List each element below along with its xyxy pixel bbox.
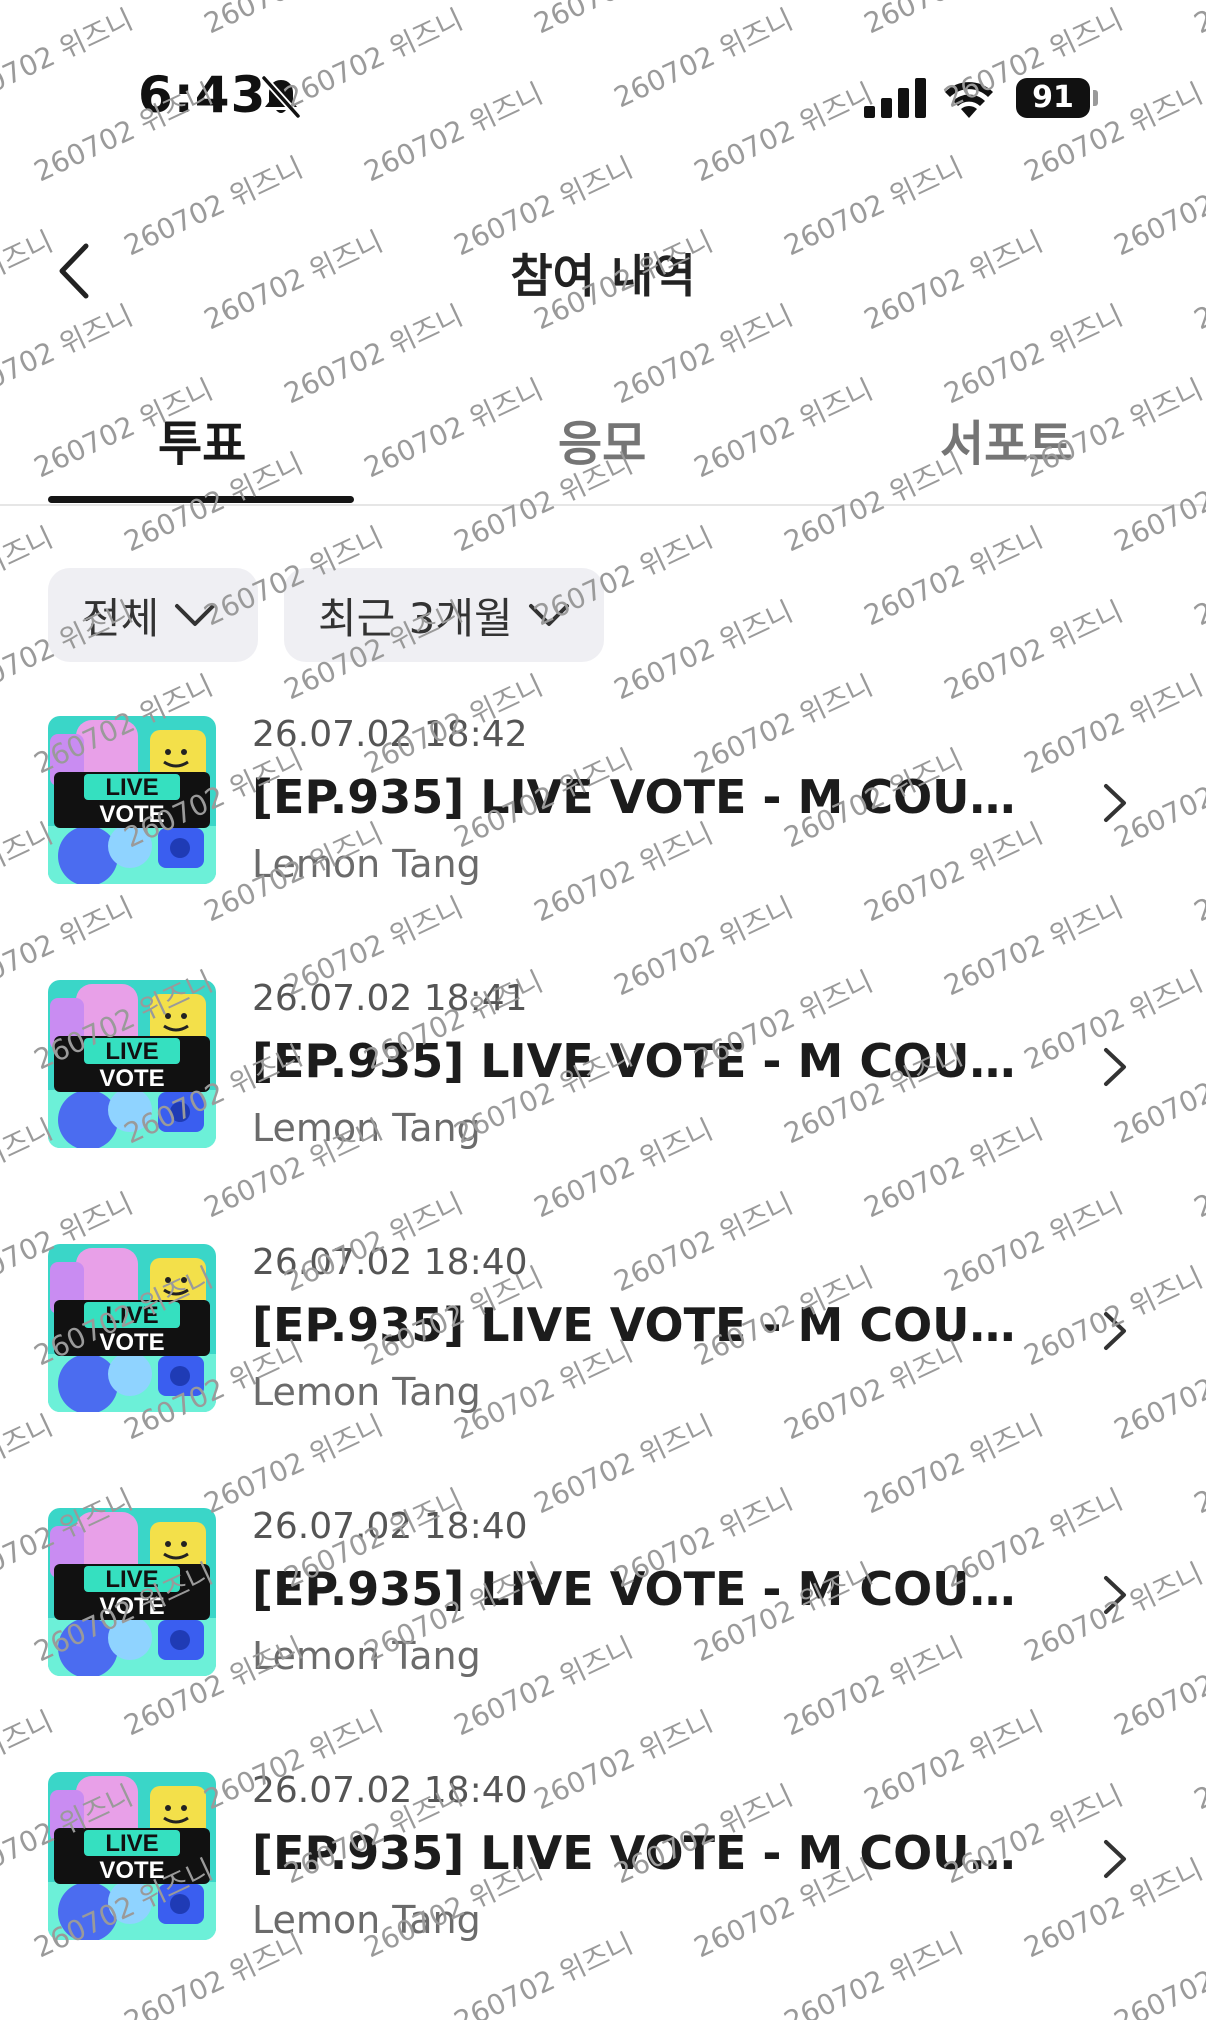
vote-thumbnail: LIVE VOTE bbox=[48, 1244, 216, 1412]
bell-slash-icon bbox=[261, 75, 301, 119]
watermark-text: 260702 위즈니 bbox=[939, 595, 1128, 707]
item-artist: Lemon Tang bbox=[252, 1370, 481, 1414]
svg-text:LIVE: LIVE bbox=[105, 1302, 158, 1329]
filter-period-dropdown[interactable]: 최근 3개월 bbox=[284, 568, 604, 662]
chevron-right-icon bbox=[1104, 1576, 1126, 1614]
watermark-text: 260702 위즈니 bbox=[609, 595, 798, 707]
item-date: 26.07.02 18:40 bbox=[252, 1242, 528, 1283]
tab-support[interactable]: 서포트 bbox=[940, 404, 1072, 474]
svg-text:LIVE: LIVE bbox=[105, 1566, 158, 1593]
page-title: 참여 내역 bbox=[510, 249, 696, 303]
filter-category-label: 전체 bbox=[82, 593, 160, 643]
item-title: [EP.935] LIVE VOTE - M COUNTDOWN bbox=[252, 770, 1042, 824]
status-bar: 6:43 91 bbox=[0, 0, 1206, 150]
battery-tip bbox=[1093, 90, 1098, 106]
list-item[interactable]: LIVE VOTE 26.07.02 18:41 [EP.935] LIVE VO… bbox=[0, 976, 1206, 1166]
vote-thumbnail: LIVE VOTE bbox=[48, 1772, 216, 1940]
vote-thumbnail: LIVE VOTE bbox=[48, 716, 216, 884]
chevron-down-icon bbox=[528, 604, 569, 626]
item-date: 26.07.02 18:40 bbox=[252, 1770, 528, 1811]
item-date: 26.07.02 18:42 bbox=[252, 714, 528, 755]
active-tab-indicator bbox=[48, 496, 354, 503]
filter-period-label: 최근 3개월 bbox=[318, 593, 513, 643]
chevron-right-icon bbox=[1104, 1840, 1126, 1878]
list-item[interactable]: LIVE VOTE 26.07.02 18:42 [EP.935] LIVE VO… bbox=[0, 712, 1206, 902]
svg-text:VOTE: VOTE bbox=[99, 1329, 164, 1356]
svg-text:VOTE: VOTE bbox=[99, 1593, 164, 1620]
chevron-right-icon bbox=[1104, 1048, 1126, 1086]
item-artist: Lemon Tang bbox=[252, 1898, 481, 1942]
item-title: [EP.935] LIVE VOTE - M COUNTDOWN bbox=[252, 1562, 1042, 1616]
item-artist: Lemon Tang bbox=[252, 1106, 481, 1150]
chevron-right-icon bbox=[1104, 784, 1126, 822]
chevron-down-icon bbox=[175, 604, 216, 626]
item-title: [EP.935] LIVE VOTE - M COUNTDOWN bbox=[252, 1826, 1042, 1880]
tab-bar: 투표 응모 서포트 bbox=[0, 390, 1206, 506]
item-date: 26.07.02 18:40 bbox=[252, 1506, 528, 1547]
status-time: 6:43 bbox=[138, 66, 267, 124]
tab-apply[interactable]: 응모 bbox=[558, 404, 646, 474]
svg-text:VOTE: VOTE bbox=[99, 801, 164, 828]
item-title: [EP.935] LIVE VOTE - M COUNTDOWN bbox=[252, 1034, 1042, 1088]
watermark-text: 260702 위즈니 bbox=[1189, 521, 1206, 633]
list-item[interactable]: LIVE VOTE 26.07.02 18:40 [EP.935] LIVE VO… bbox=[0, 1768, 1206, 1958]
item-artist: Lemon Tang bbox=[252, 1634, 481, 1678]
filter-category-dropdown[interactable]: 전체 bbox=[48, 568, 258, 662]
chevron-right-icon bbox=[1104, 1312, 1126, 1350]
tab-vote[interactable]: 투표 bbox=[158, 404, 246, 474]
list-item[interactable]: LIVE VOTE 26.07.02 18:40 [EP.935] LIVE VO… bbox=[0, 1240, 1206, 1430]
signal-icon bbox=[864, 78, 926, 118]
svg-text:VOTE: VOTE bbox=[99, 1065, 164, 1092]
svg-text:LIVE: LIVE bbox=[105, 1038, 158, 1065]
battery-icon: 91 bbox=[1016, 78, 1090, 118]
svg-text:LIVE: LIVE bbox=[105, 1830, 158, 1857]
svg-text:VOTE: VOTE bbox=[99, 1857, 164, 1884]
item-title: [EP.935] LIVE VOTE - M COUNTDOWN bbox=[252, 1298, 1042, 1352]
svg-text:LIVE: LIVE bbox=[105, 774, 158, 801]
watermark-text: 260702 위즈니 bbox=[859, 521, 1048, 633]
wifi-icon bbox=[945, 82, 993, 118]
item-artist: Lemon Tang bbox=[252, 842, 481, 886]
list-item[interactable]: LIVE VOTE 26.07.02 18:40 [EP.935] LIVE VO… bbox=[0, 1504, 1206, 1694]
vote-thumbnail: LIVE VOTE bbox=[48, 1508, 216, 1676]
vote-thumbnail: LIVE VOTE bbox=[48, 980, 216, 1148]
item-date: 26.07.02 18:41 bbox=[252, 978, 528, 1019]
